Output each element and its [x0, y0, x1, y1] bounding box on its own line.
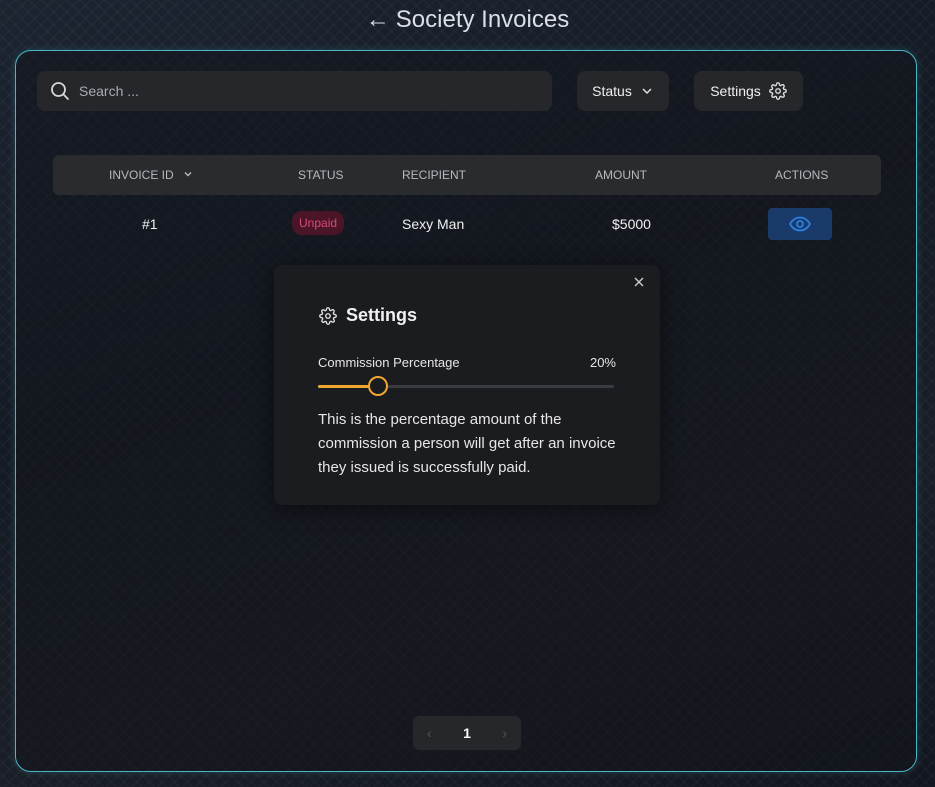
search-input[interactable] [77, 82, 521, 100]
column-recipient: RECIPIENT [402, 168, 467, 182]
table-header: INVOICE ID STATUS RECIPIENT AMOUNT ACTIO… [53, 155, 881, 195]
close-icon[interactable] [632, 275, 646, 289]
chevron-down-icon [184, 172, 192, 177]
page-title-text: Society Invoices [395, 6, 570, 33]
settings-modal-title: Settings [346, 305, 418, 325]
status-filter-button[interactable]: Status [577, 71, 669, 111]
gear-icon [768, 82, 787, 100]
search-icon [51, 82, 69, 100]
back-arrow-icon[interactable]: ← [366, 6, 390, 34]
column-status: STATUS [298, 168, 344, 182]
commission-slider-thumb[interactable] [368, 376, 389, 396]
column-actions: ACTIONS [775, 168, 829, 182]
main-panel: Status Settings INVOICE ID STATUS RECIPI… [15, 50, 917, 772]
column-invoice-id[interactable]: INVOICE ID [109, 168, 193, 182]
commission-slider[interactable] [318, 376, 614, 396]
search-bar[interactable] [37, 71, 552, 111]
commission-value: 20% [589, 355, 616, 370]
status-badge: Unpaid [292, 211, 345, 235]
table-row: #1 Unpaid Sexy Man $5000 [53, 208, 881, 240]
recipient-cell: Sexy Man [402, 216, 465, 232]
settings-button-label: Settings [710, 83, 761, 99]
invoice-id-cell: #1 [142, 216, 158, 232]
gear-icon [319, 307, 337, 325]
page-title: ← Society Invoices [0, 6, 935, 34]
commission-label: Commission Percentage [318, 355, 460, 370]
amount-cell: $5000 [612, 216, 651, 232]
settings-button[interactable]: Settings [694, 71, 803, 111]
next-page-button[interactable]: › [502, 725, 507, 741]
commission-description: This is the percentage amount of the com… [318, 411, 616, 476]
eye-icon [789, 216, 811, 232]
pagination: ‹ 1 › [413, 716, 521, 750]
status-filter-label: Status [592, 83, 632, 99]
column-amount: AMOUNT [595, 168, 647, 182]
column-invoice-id-label: INVOICE ID [109, 168, 174, 182]
settings-modal: Settings Commission Percentage 20% This … [274, 265, 660, 505]
view-invoice-button[interactable] [768, 208, 832, 240]
chevron-down-icon [642, 88, 652, 95]
